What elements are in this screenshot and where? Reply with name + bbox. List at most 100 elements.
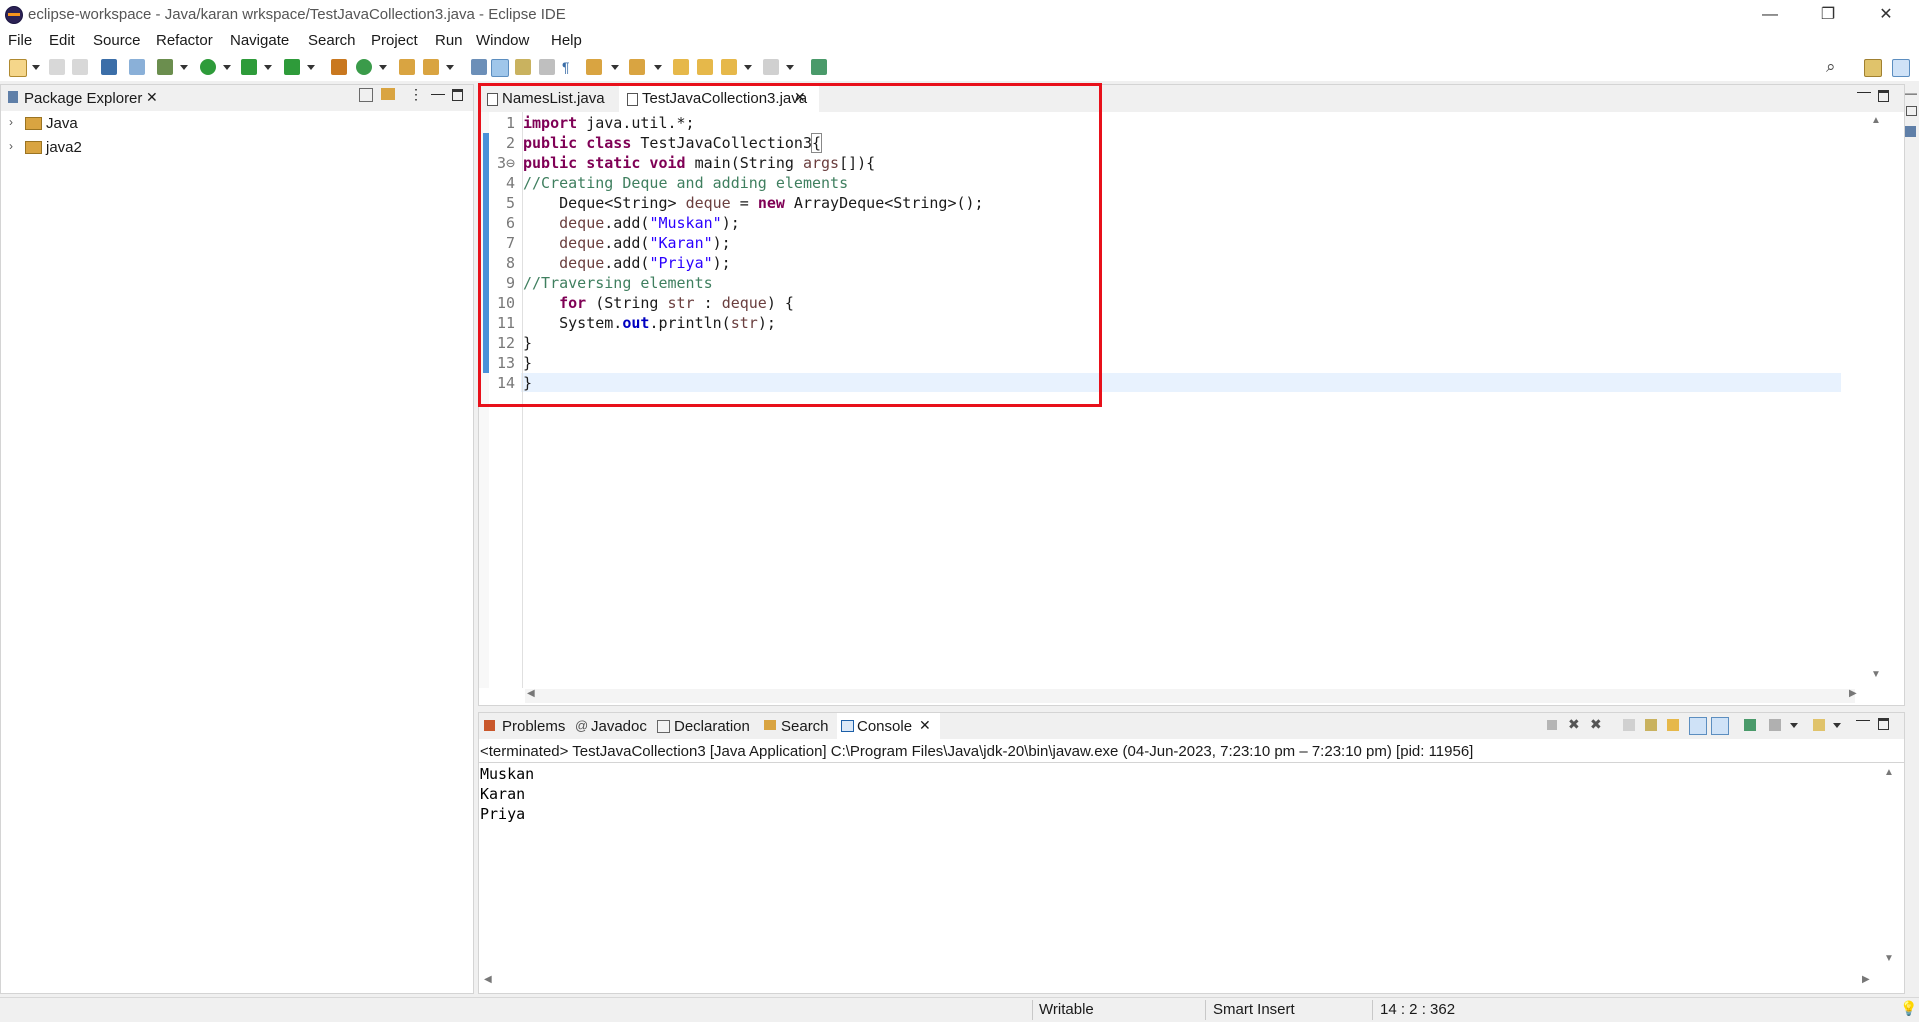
console-scroll-right-icon[interactable]: ▶ [1862, 974, 1870, 985]
annotation-icon[interactable] [471, 59, 487, 75]
minimize-trim-icon[interactable]: — [1905, 86, 1917, 100]
tip-lightbulb-icon[interactable]: 💡 [1900, 1000, 1917, 1017]
scroll-left-icon[interactable]: ◀ [527, 688, 535, 699]
minimize-button[interactable]: — [1740, 0, 1800, 29]
new-class-dropdown-icon[interactable] [379, 65, 387, 70]
word-wrap-icon[interactable] [515, 59, 531, 75]
tab-search[interactable]: Search [764, 713, 834, 739]
expand-chevron-icon[interactable]: › [9, 115, 13, 129]
tab-problems[interactable]: Problems [479, 713, 569, 739]
new-dropdown-icon[interactable] [32, 65, 40, 70]
back-history-icon[interactable] [697, 59, 713, 75]
back-icon[interactable] [721, 59, 737, 75]
minimize-editor-icon[interactable]: — [1857, 83, 1871, 99]
pin-editor-icon[interactable] [811, 59, 827, 75]
debug-icon[interactable] [157, 59, 173, 75]
show-console-stdout-icon[interactable] [1689, 717, 1707, 735]
external-tools-dropdown-icon[interactable] [307, 65, 315, 70]
next-annotation-icon[interactable] [586, 59, 602, 75]
save-all-icon[interactable] [72, 59, 88, 75]
window-title: eclipse-workspace - Java/karan wrkspace/… [28, 6, 566, 23]
open-console-icon[interactable] [1813, 719, 1825, 731]
forward-dropdown-icon[interactable] [786, 65, 794, 70]
debug-dropdown-icon[interactable] [180, 65, 188, 70]
collapse-all-icon[interactable] [359, 88, 373, 102]
menu-refactor[interactable]: Refactor [156, 32, 213, 49]
maximize-console-icon[interactable] [1878, 718, 1889, 730]
menu-search[interactable]: Search [308, 32, 356, 49]
next-annotation-dropdown-icon[interactable] [611, 65, 619, 70]
prev-annotation-dropdown-icon[interactable] [654, 65, 662, 70]
new-java-project-icon[interactable] [331, 59, 347, 75]
external-tools-icon[interactable] [284, 59, 300, 75]
terminal-icon[interactable] [101, 59, 117, 75]
menu-help[interactable]: Help [551, 32, 582, 49]
display-console-dropdown-icon[interactable] [1790, 723, 1798, 728]
close-button[interactable]: ✕ [1856, 0, 1916, 29]
menu-run[interactable]: Run [435, 32, 463, 49]
coverage-dropdown-icon[interactable] [264, 65, 272, 70]
outline-view-icon[interactable] [1905, 126, 1916, 137]
display-console-icon[interactable] [1769, 719, 1781, 731]
maximize-view-icon[interactable] [452, 89, 463, 101]
pin-console-icon[interactable] [1744, 719, 1756, 731]
close-view-icon[interactable]: ✕ [146, 89, 158, 106]
menu-source[interactable]: Source [93, 32, 141, 49]
word-wrap-console-icon[interactable] [1667, 719, 1679, 731]
open-perspective-icon[interactable] [1864, 59, 1882, 77]
tab-declaration[interactable]: Declaration [657, 713, 757, 739]
skip-breakpoints-icon[interactable] [129, 59, 145, 75]
java-perspective-icon[interactable] [1892, 59, 1910, 77]
minimize-view-icon[interactable]: — [431, 85, 445, 101]
maximize-editor-icon[interactable] [1878, 90, 1889, 102]
close-tab-icon[interactable]: ✕ [919, 717, 931, 734]
scroll-right-icon[interactable]: ▶ [1849, 688, 1857, 699]
restore-button[interactable]: ❐ [1798, 0, 1858, 29]
menu-edit[interactable]: Edit [49, 32, 75, 49]
open-console-dropdown-icon[interactable] [1833, 723, 1841, 728]
new-class-icon[interactable] [356, 59, 372, 75]
scroll-up-icon[interactable]: ▲ [1871, 115, 1881, 126]
package-explorer-title[interactable]: Package Explorer [24, 90, 142, 107]
console-scroll-left-icon[interactable]: ◀ [484, 974, 492, 985]
run-icon[interactable] [200, 59, 216, 75]
minimize-console-icon[interactable]: — [1856, 711, 1870, 727]
show-console-stderr-icon[interactable] [1711, 717, 1729, 735]
expand-chevron-icon[interactable]: › [9, 139, 13, 153]
show-whitespace-icon[interactable]: ¶ [562, 59, 570, 75]
mark-occurrences-icon[interactable] [491, 59, 509, 77]
search-icon[interactable]: ⌕ [1826, 57, 1836, 77]
remove-launch-icon[interactable]: ✖ [1568, 716, 1580, 733]
horizontal-scrollbar[interactable] [525, 689, 1855, 703]
tab-console[interactable]: Console ✕ [837, 713, 940, 739]
menu-window[interactable]: Window [476, 32, 529, 49]
link-editor-icon[interactable] [381, 88, 395, 100]
save-icon[interactable] [49, 59, 65, 75]
prev-annotation-icon[interactable] [629, 59, 645, 75]
block-select-icon[interactable] [539, 59, 555, 75]
coverage-icon[interactable] [241, 59, 257, 75]
console-scroll-up-icon[interactable]: ▲ [1884, 767, 1894, 778]
clear-console-icon[interactable] [1623, 719, 1635, 731]
search-tool-dropdown-icon[interactable] [446, 65, 454, 70]
view-menu-icon[interactable]: ⋮ [409, 86, 423, 103]
menu-project[interactable]: Project [371, 32, 418, 49]
last-edit-icon[interactable] [673, 59, 689, 75]
back-dropdown-icon[interactable] [744, 65, 752, 70]
forward-icon[interactable] [763, 59, 779, 75]
terminate-icon[interactable] [1547, 720, 1557, 730]
new-icon[interactable] [9, 59, 27, 77]
scroll-down-icon[interactable]: ▼ [1871, 669, 1881, 680]
menu-file[interactable]: File [8, 32, 32, 49]
run-dropdown-icon[interactable] [223, 65, 231, 70]
tree-item-java2[interactable]: › java2 [1, 136, 473, 160]
search-tool-icon[interactable] [423, 59, 439, 75]
open-type-icon[interactable] [399, 59, 415, 75]
restore-trim-icon[interactable] [1906, 106, 1917, 116]
remove-all-terminated-icon[interactable]: ✖ [1590, 716, 1602, 733]
scroll-lock-icon[interactable] [1645, 719, 1657, 731]
console-scroll-down-icon[interactable]: ▼ [1884, 953, 1894, 964]
menu-navigate[interactable]: Navigate [230, 32, 289, 49]
tab-javadoc[interactable]: @ Javadoc [575, 713, 647, 739]
tree-item-java[interactable]: › Java [1, 112, 473, 136]
